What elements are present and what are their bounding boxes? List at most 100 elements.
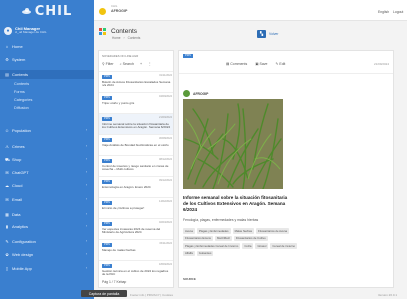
add-button[interactable]: + xyxy=(140,62,142,66)
chevron-right-icon: › xyxy=(85,157,87,161)
gear-icon: ⚙ xyxy=(5,56,9,62)
entry-date: 09/12/2024 xyxy=(159,179,172,182)
status-badge: PRIV xyxy=(102,201,113,205)
sidebar-item-label: Web design xyxy=(12,252,34,257)
mail-icon: ✉ xyxy=(5,196,9,202)
list-item[interactable]: PRIV 30/08/2024 Viaje Análisis de Bondad b… xyxy=(99,134,173,156)
back-label[interactable]: Volver xyxy=(269,32,278,36)
cloud-icon: ☁ xyxy=(5,182,9,188)
sidebar-item-label: ChatGPT xyxy=(12,170,29,175)
sidebar-subitem-diffusion[interactable]: Diffusion xyxy=(14,106,29,110)
author-name: AFROGIP xyxy=(193,91,209,96)
sidebar-item-mobile-app[interactable]: ▯ Mobile App › xyxy=(0,264,94,273)
sidebar-item-data[interactable]: ▦ Data › xyxy=(0,210,94,219)
more-icon[interactable]: ⋮ xyxy=(148,62,152,66)
user-profile[interactable]: ● Chil Manager ci_ud Manager de CHIL xyxy=(0,23,94,38)
sidebar-item-label: Analytics xyxy=(12,224,29,229)
logout-link[interactable]: Logout xyxy=(393,10,403,14)
sidebar-item-label: Configuration xyxy=(12,239,36,244)
tag[interactable]: Fitosanitarios Extens xyxy=(183,235,213,241)
page-title: Contents xyxy=(111,28,138,35)
chevron-right-icon: › xyxy=(85,128,87,132)
pagination[interactable]: Pág 1 / 7 Kebap xyxy=(102,280,126,284)
entry-date: 02/03/2024 xyxy=(159,221,172,224)
list-item[interactable]: PRIV 21/09/2024 Informe semanal sobre la s… xyxy=(99,113,173,135)
chevron-right-icon: › xyxy=(85,224,87,228)
site-name[interactable]: AFROGIP xyxy=(111,9,127,13)
breadcrumb-contents[interactable]: Contents xyxy=(128,36,141,40)
entry-title: Entomología en Aragón. Enero 2024 xyxy=(102,184,151,189)
tag[interactable]: Plagas y Enfermedades xyxy=(196,228,231,234)
list-item[interactable]: PRIV 15/11/2024 Manejo de malas hierbas xyxy=(99,239,173,261)
sidebar-item-population[interactable]: ☺ Population › xyxy=(0,126,94,135)
edit-label: Edit xyxy=(279,62,286,66)
list-item[interactable]: PRIV 14/02/2024 El inicio de ¡Cultivos a p… xyxy=(99,197,173,219)
sidebar-item-contents[interactable]: ▤ Contents xyxy=(0,70,94,79)
author[interactable]: AFROGIP xyxy=(183,90,208,97)
entry-date: 15/11/2024 xyxy=(159,242,172,245)
tag[interactable]: Plagas y Enfermedades Cereal de Invierno xyxy=(183,243,241,249)
back-button[interactable]: ▚ xyxy=(257,30,266,38)
entry-title: Tripa: otoño y punto gris xyxy=(102,100,135,105)
warning-icon: ⚠ xyxy=(5,143,9,149)
chevron-right-icon: › xyxy=(85,252,87,256)
list-item[interactable]: PRIV 02/03/2024 Ver especies invasoras 202… xyxy=(99,218,173,240)
entry-title: Informe semanal sobre la situación fitos… xyxy=(102,121,171,130)
sidebar-item-label: Home xyxy=(12,44,23,49)
list-item[interactable]: PRIV 18/09/2024 Gestión técnica en el cult… xyxy=(99,260,173,282)
sidebar-item-configuration[interactable]: ✎ Configuration › xyxy=(0,237,94,246)
sidebar-item-label: Email xyxy=(12,197,23,202)
user-role: ci_ud Manager de CHIL xyxy=(15,29,47,34)
tag[interactable]: Avena xyxy=(183,228,195,234)
list-item[interactable]: PRIV 04/09/2024 Tripa: otoño y punto gris xyxy=(99,92,173,114)
contents-icon xyxy=(99,28,106,35)
sidebar-item-analytics[interactable]: ▮ Analytics › xyxy=(0,222,94,231)
sidebar-item-system[interactable]: ⚙ System xyxy=(0,55,94,64)
chevron-right-icon: › xyxy=(85,197,87,201)
tag[interactable]: Cereal de invierno xyxy=(270,243,298,249)
sidebar: CHIL ● Chil Manager ci_ud Manager de CHI… xyxy=(0,0,94,299)
sidebar-item-home[interactable]: ⌂ Home xyxy=(0,42,94,51)
content-list-panel: NOVEDADES ON LINE AGR ⚲ Filter ⌕ Search … xyxy=(98,50,174,288)
chat-icon: ✉ xyxy=(5,169,9,175)
tag[interactable]: Fitosanitarios de Avena xyxy=(256,228,290,234)
tag[interactable]: Girasol xyxy=(255,243,269,249)
status-badge: PRIV xyxy=(102,243,113,247)
entry-title: Control de insectos y riesgo sanitario e… xyxy=(102,163,169,172)
tag[interactable]: Alfalfa xyxy=(183,250,195,256)
sidebar-item-crimes[interactable]: ⚠ Crimes › xyxy=(0,142,94,151)
language-selector[interactable]: English xyxy=(378,10,389,14)
tag[interactable]: Colza xyxy=(242,243,254,249)
logo[interactable]: CHIL xyxy=(0,0,94,23)
save-button[interactable]: ▣ Save xyxy=(255,62,267,66)
chevron-right-icon: › xyxy=(85,212,87,216)
sidebar-subitem-forms[interactable]: Forms xyxy=(14,90,25,94)
filter-button[interactable]: ⚲ Filter xyxy=(102,62,114,66)
top-bar: CHIL AFROGIP English Logout xyxy=(94,0,407,21)
search-icon: ⌕ xyxy=(119,62,122,66)
sidebar-item-web-design[interactable]: ✿ Web design › xyxy=(0,250,94,259)
sidebar-item-shop[interactable]: ⛟ Shop › xyxy=(0,155,94,164)
entry-title: Manejo de malas hierbas xyxy=(102,247,136,252)
sidebar-subitem-categories[interactable]: Categories xyxy=(14,98,32,102)
footer-links[interactable]: Footer info | PRIVACY | Cookies xyxy=(130,293,173,297)
sidebar-item-email[interactable]: ✉ Email › xyxy=(0,195,94,204)
tag[interactable]: Fitosanitarios de Cultivo xyxy=(233,235,268,241)
list-item[interactable]: PRIV 08/12/2024 Control de insectos y ries… xyxy=(99,155,173,177)
entry-date: 30/08/2024 xyxy=(159,137,172,140)
sidebar-subitem-contents[interactable]: Contents xyxy=(14,82,29,86)
tag[interactable]: Maíz/Maíz xyxy=(214,235,232,241)
breadcrumb-home[interactable]: Home xyxy=(112,36,121,40)
people-icon: ☺ xyxy=(5,127,10,133)
tag[interactable]: Guisantes xyxy=(196,250,214,256)
tag[interactable]: Malas hierbas xyxy=(232,228,255,234)
search-button[interactable]: ⌕ Search xyxy=(120,62,134,66)
comments-button[interactable]: ▤ Comments xyxy=(226,62,247,66)
sidebar-item-cloud[interactable]: ☁ Cloud › xyxy=(0,181,94,190)
edit-button[interactable]: ✎ Edit xyxy=(275,62,285,66)
entry-date: 04/09/2024 xyxy=(159,95,172,98)
list-item[interactable]: PRIV 09/12/2024 Entomología en Aragón. Ene… xyxy=(99,176,173,198)
sidebar-item-chatgpt[interactable]: ✉ ChatGPT › xyxy=(0,168,94,177)
list-item[interactable]: PRIV 01/11/2024 Boletín de Avisos Fitosani… xyxy=(99,71,173,93)
entry-title: Gestión técnica en el cultivo de 2024 lo… xyxy=(102,268,169,277)
